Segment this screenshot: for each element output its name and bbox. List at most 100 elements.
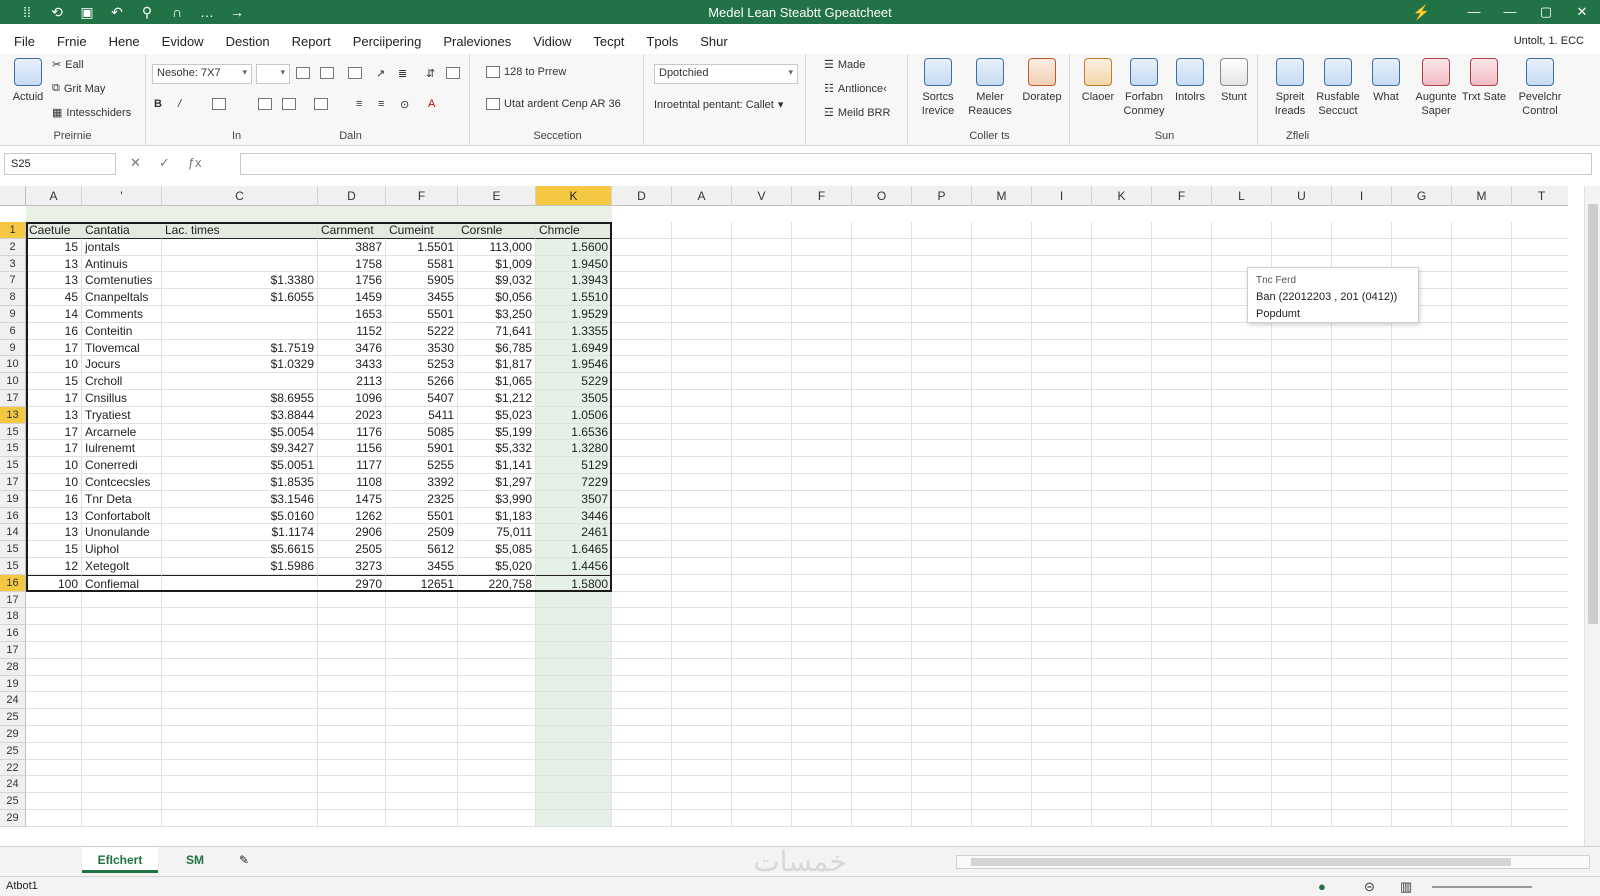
- table-cell[interactable]: [386, 810, 458, 827]
- close-button[interactable]: ✕: [1564, 0, 1600, 24]
- row-header[interactable]: 15: [0, 541, 26, 558]
- table-cell[interactable]: $5,199: [458, 423, 536, 441]
- empty-cell[interactable]: [1332, 390, 1392, 407]
- table-cell[interactable]: Cnanpeltals: [82, 289, 162, 306]
- empty-cell[interactable]: [1032, 524, 1092, 542]
- empty-cell[interactable]: [1212, 810, 1272, 827]
- empty-cell[interactable]: [672, 272, 732, 290]
- empty-cell[interactable]: [852, 222, 912, 239]
- empty-cell[interactable]: [672, 759, 732, 777]
- empty-cell[interactable]: [1092, 692, 1152, 710]
- table-cell[interactable]: [26, 608, 82, 626]
- empty-cell[interactable]: [1032, 457, 1092, 474]
- table-cell[interactable]: [386, 776, 458, 794]
- empty-cell[interactable]: [672, 373, 732, 390]
- table-cell[interactable]: [318, 776, 386, 794]
- empty-cell[interactable]: [612, 255, 672, 273]
- empty-cell[interactable]: [1452, 524, 1512, 542]
- table-cell[interactable]: [536, 810, 612, 827]
- empty-cell[interactable]: [1092, 709, 1152, 726]
- empty-cell[interactable]: [1272, 423, 1332, 441]
- empty-cell[interactable]: [732, 222, 792, 239]
- empty-cell[interactable]: [1452, 238, 1512, 256]
- developer-control-button[interactable]: Pevelchr Control: [1510, 56, 1570, 118]
- empty-cell[interactable]: [612, 440, 672, 458]
- maximize-button[interactable]: ▢: [1528, 0, 1564, 24]
- table-cell[interactable]: 10: [26, 457, 82, 474]
- empty-cell[interactable]: [672, 390, 732, 407]
- table-cell[interactable]: [386, 726, 458, 743]
- empty-cell[interactable]: [852, 457, 912, 474]
- table-cell[interactable]: [82, 726, 162, 743]
- grip-icon[interactable]: ⁞⁞: [14, 4, 40, 20]
- empty-cell[interactable]: [1152, 675, 1212, 693]
- empty-cell[interactable]: [912, 474, 972, 491]
- table-cell[interactable]: [318, 625, 386, 642]
- empty-cell[interactable]: [972, 289, 1032, 306]
- empty-cell[interactable]: [1272, 608, 1332, 626]
- empty-cell[interactable]: [1332, 642, 1392, 659]
- empty-cell[interactable]: [912, 608, 972, 626]
- paste-button[interactable]: Actuid: [4, 56, 52, 104]
- empty-cell[interactable]: [612, 541, 672, 558]
- empty-cell[interactable]: [912, 709, 972, 726]
- table-cell[interactable]: [162, 793, 318, 810]
- empty-cell[interactable]: [1032, 306, 1092, 323]
- empty-cell[interactable]: [792, 692, 852, 710]
- table-cell[interactable]: [536, 692, 612, 710]
- empty-cell[interactable]: [612, 507, 672, 525]
- table-cell[interactable]: [458, 810, 536, 827]
- empty-cell[interactable]: [1392, 810, 1452, 827]
- empty-cell[interactable]: [852, 272, 912, 290]
- empty-cell[interactable]: [1152, 423, 1212, 441]
- empty-cell[interactable]: [1452, 289, 1512, 306]
- table-cell[interactable]: [162, 322, 318, 340]
- empty-cell[interactable]: [1092, 675, 1152, 693]
- empty-cell[interactable]: [1032, 541, 1092, 558]
- empty-cell[interactable]: [612, 289, 672, 306]
- table-cell[interactable]: 220,758: [458, 574, 536, 592]
- empty-cell[interactable]: [1452, 793, 1512, 810]
- table-cell[interactable]: [536, 726, 612, 743]
- empty-cell[interactable]: [792, 776, 852, 794]
- table-cell[interactable]: [162, 608, 318, 626]
- empty-cell[interactable]: [1512, 743, 1568, 760]
- empty-cell[interactable]: [912, 406, 972, 424]
- table-cell[interactable]: 1.6949: [536, 339, 612, 357]
- clear-button[interactable]: Claoer: [1074, 56, 1122, 104]
- text-state-button[interactable]: Trxt Sate: [1460, 56, 1508, 104]
- empty-cell[interactable]: [732, 558, 792, 575]
- empty-cell[interactable]: [1332, 810, 1392, 827]
- empty-cell[interactable]: [1512, 642, 1568, 659]
- empty-cell[interactable]: [672, 625, 732, 642]
- table-cell[interactable]: 45: [26, 289, 82, 306]
- empty-cell[interactable]: [912, 658, 972, 676]
- empty-cell[interactable]: [1272, 776, 1332, 794]
- empty-cell[interactable]: [1392, 608, 1452, 626]
- table-cell[interactable]: Crcholl: [82, 373, 162, 390]
- row-header[interactable]: 9: [0, 306, 26, 323]
- empty-cell[interactable]: [1212, 793, 1272, 810]
- table-cell[interactable]: $1,212: [458, 390, 536, 407]
- table-cell[interactable]: 1096: [318, 390, 386, 407]
- empty-cell[interactable]: [1392, 373, 1452, 390]
- empty-cell[interactable]: [1332, 776, 1392, 794]
- empty-cell[interactable]: [1272, 591, 1332, 609]
- empty-cell[interactable]: [1032, 440, 1092, 458]
- empty-cell[interactable]: [1272, 726, 1332, 743]
- empty-cell[interactable]: [612, 810, 672, 827]
- empty-cell[interactable]: [852, 289, 912, 306]
- empty-cell[interactable]: [732, 642, 792, 659]
- empty-cell[interactable]: [1512, 625, 1568, 642]
- empty-cell[interactable]: [1152, 390, 1212, 407]
- empty-cell[interactable]: [852, 591, 912, 609]
- table-cell[interactable]: $1.6055: [162, 289, 318, 306]
- empty-cell[interactable]: [1512, 306, 1568, 323]
- empty-cell[interactable]: [1272, 356, 1332, 374]
- empty-cell[interactable]: [1092, 272, 1152, 290]
- empty-cell[interactable]: [1392, 222, 1452, 239]
- empty-cell[interactable]: [1392, 776, 1452, 794]
- empty-cell[interactable]: [672, 440, 732, 458]
- empty-cell[interactable]: [792, 524, 852, 542]
- table-cell[interactable]: 15: [26, 373, 82, 390]
